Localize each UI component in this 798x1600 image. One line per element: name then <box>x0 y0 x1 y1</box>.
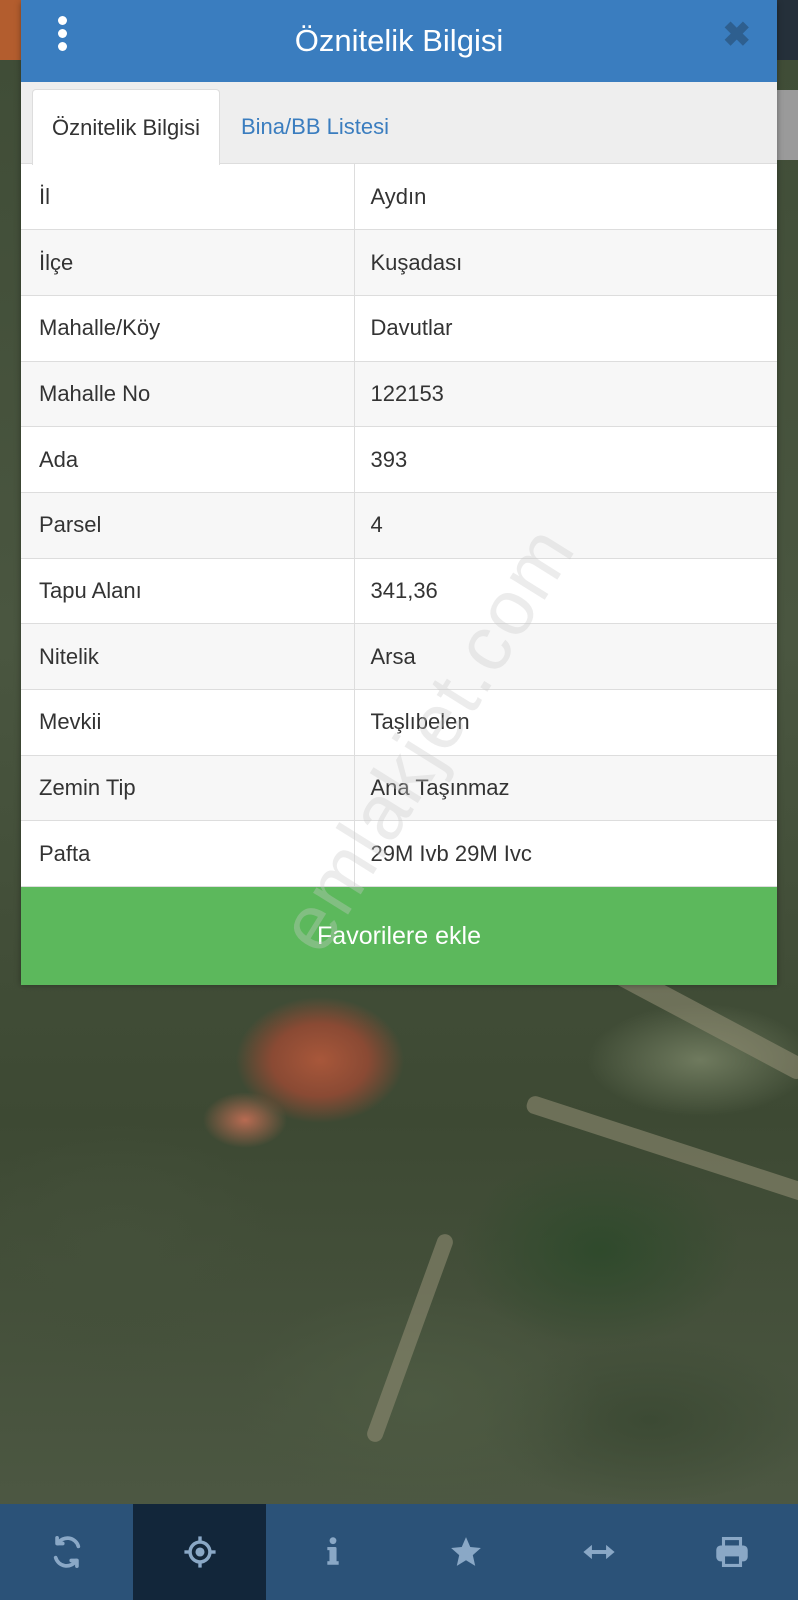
panel-header: Öznitelik Bilgisi ✖ <box>21 0 777 82</box>
attribute-key: Mevkii <box>21 689 355 756</box>
attribute-key: Mahalle No <box>21 361 355 428</box>
attribute-value: Taşlıbelen <box>354 689 777 756</box>
tab-building-list[interactable]: Bina/BB Listesi <box>241 89 389 164</box>
print-icon <box>715 1536 748 1568</box>
attribute-key: Zemin Tip <box>21 755 355 822</box>
table-row: Mevkii Taşlıbelen <box>21 689 777 756</box>
attribute-value: 341,36 <box>354 558 777 625</box>
attribute-table: İl Aydın İlçe Kuşadası Mahalle/Köy Davutlar Ma… <box>21 164 777 888</box>
locate-button[interactable] <box>133 1504 266 1600</box>
refresh-button[interactable] <box>0 1504 133 1600</box>
table-row: Ada 393 <box>21 426 777 493</box>
measure-arrows-icon <box>582 1544 615 1560</box>
panel-title: Öznitelik Bilgisi <box>294 23 504 58</box>
attribute-value: Aydın <box>354 164 777 231</box>
tab-bar: Öznitelik Bilgisi Bina/BB Listesi <box>21 82 777 165</box>
table-row: Mahalle/Köy Davutlar <box>21 295 777 362</box>
info-icon <box>326 1537 339 1565</box>
favorites-button[interactable] <box>399 1504 532 1600</box>
attribute-value: 4 <box>354 492 777 559</box>
table-row: İlçe Kuşadası <box>21 229 777 296</box>
close-icon[interactable]: ✖ <box>723 18 752 52</box>
attribute-value: Arsa <box>354 623 777 690</box>
table-row: Zemin Tip Ana Taşınmaz <box>21 755 777 822</box>
table-row: Parsel 4 <box>21 492 777 559</box>
print-button[interactable] <box>665 1504 798 1600</box>
attribute-key: Ada <box>21 426 355 493</box>
attribute-value: 29M Ivb 29M Ivc <box>354 820 777 888</box>
table-row: Pafta 29M Ivb 29M Ivc <box>21 820 777 888</box>
info-button[interactable] <box>266 1504 399 1600</box>
attribute-key: İl <box>21 164 355 231</box>
map-edge <box>776 0 798 60</box>
tab-attribute-info[interactable]: Öznitelik Bilgisi <box>32 89 220 165</box>
table-row: İl Aydın <box>21 164 777 231</box>
attribute-key: Tapu Alanı <box>21 558 355 625</box>
more-vertical-icon[interactable] <box>55 16 69 52</box>
attribute-key: İlçe <box>21 229 355 296</box>
add-to-favorites-button[interactable]: Favorilere ekle <box>21 887 777 986</box>
attribute-key: Parsel <box>21 492 355 559</box>
attribute-value: Kuşadası <box>354 229 777 296</box>
bottom-toolbar <box>0 1504 798 1600</box>
attribute-value: Davutlar <box>354 295 777 362</box>
attribute-value: Ana Taşınmaz <box>354 755 777 822</box>
table-row: Nitelik Arsa <box>21 623 777 690</box>
table-row: Mahalle No 122153 <box>21 361 777 428</box>
attribute-value: 393 <box>354 426 777 493</box>
table-row: Tapu Alanı 341,36 <box>21 558 777 625</box>
measure-button[interactable] <box>532 1504 665 1600</box>
refresh-icon <box>53 1535 80 1569</box>
map-edge <box>776 90 798 160</box>
attribute-key: Mahalle/Köy <box>21 295 355 362</box>
map-edge <box>0 0 22 60</box>
locate-crosshair-icon <box>183 1536 216 1568</box>
attribute-key: Pafta <box>21 820 355 888</box>
attribute-key: Nitelik <box>21 623 355 690</box>
star-icon <box>450 1537 481 1566</box>
attribute-value: 122153 <box>354 361 777 428</box>
attribute-panel: Öznitelik Bilgisi ✖ Öznitelik Bilgisi Bi… <box>21 0 777 986</box>
